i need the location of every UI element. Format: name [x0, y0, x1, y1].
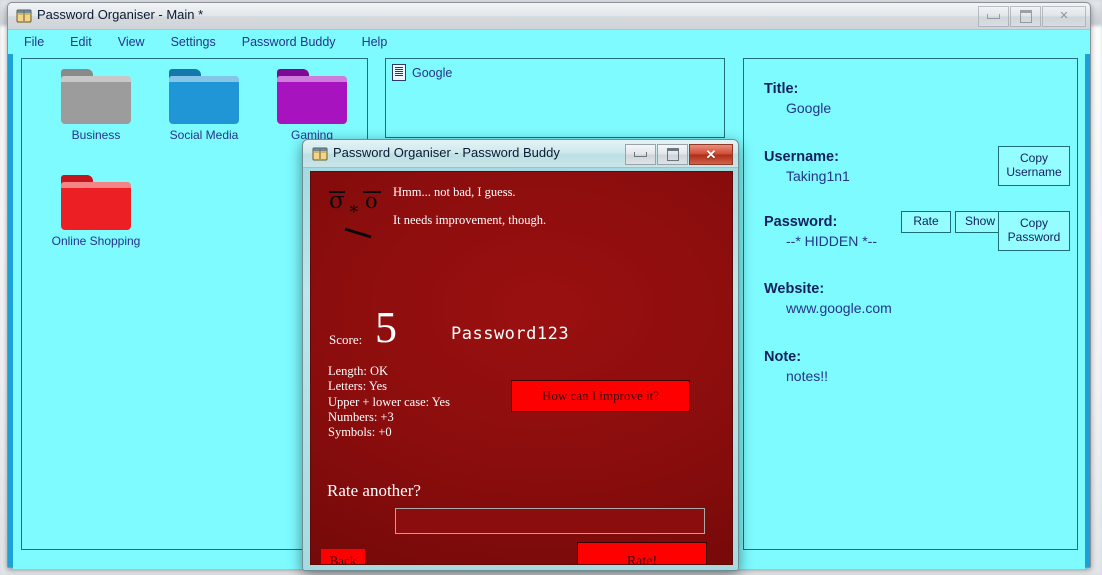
- entry-list-panel: Google: [385, 58, 725, 138]
- rate-another-input[interactable]: [395, 508, 705, 534]
- buddy-close-button[interactable]: ✕: [689, 144, 733, 165]
- criterion-numbers: Numbers: +3: [328, 409, 394, 424]
- close-icon: ✕: [1059, 10, 1069, 22]
- buddy-message-line1: Hmm... not bad, I guess.: [393, 185, 516, 199]
- website-value: www.google.com: [786, 300, 892, 316]
- title-value: Google: [786, 100, 832, 116]
- copy-username-button[interactable]: Copy Username: [998, 146, 1070, 186]
- username-label: Username:: [764, 149, 839, 165]
- buddy-minimize-button[interactable]: [625, 144, 656, 165]
- main-window-titlebar[interactable]: Password Organiser - Main * ✕: [8, 3, 1090, 30]
- main-window-controls: ✕: [978, 6, 1086, 27]
- list-item-label: Google: [412, 65, 453, 80]
- how-can-i-improve-button[interactable]: How can I improve it?: [511, 380, 690, 412]
- svg-text:∗: ∗: [348, 199, 360, 219]
- back-button[interactable]: Back: [321, 549, 365, 564]
- list-item[interactable]: Google: [392, 64, 452, 81]
- folder-business[interactable]: Business: [42, 69, 150, 142]
- criterion-symbols: Symbols: +0: [328, 425, 392, 440]
- menu-item-file[interactable]: File: [24, 35, 44, 49]
- score-label: Score:: [329, 332, 363, 347]
- rate-button-detail[interactable]: Rate: [901, 211, 951, 233]
- criterion-case: Upper + lower case: Yes: [328, 394, 450, 409]
- menu-item-settings[interactable]: Settings: [171, 35, 216, 49]
- field-password: Password: --* HIDDEN *--: [764, 214, 877, 249]
- copy-password-button[interactable]: Copy Password: [998, 211, 1070, 251]
- copy-username-line1: Copy: [1019, 151, 1048, 166]
- folder-icon: [277, 69, 347, 124]
- field-title: Title: Google: [764, 81, 831, 116]
- main-window-title: Password Organiser - Main *: [37, 7, 204, 22]
- folder-icon: [169, 69, 239, 124]
- buddy-title: Password Organiser - Password Buddy: [333, 145, 560, 160]
- close-icon: ✕: [705, 147, 717, 162]
- maximize-button[interactable]: [1010, 6, 1041, 27]
- menu-item-help[interactable]: Help: [362, 35, 388, 49]
- folder-icon: [61, 175, 131, 230]
- buddy-titlebar[interactable]: Password Organiser - Password Buddy ✕: [303, 140, 738, 168]
- field-website: Website: www.google.com: [764, 281, 892, 316]
- buddy-message-line2: It needs improvement, though.: [393, 213, 547, 227]
- rate-button[interactable]: Rate!: [577, 542, 707, 564]
- folder-label: Business: [71, 128, 121, 142]
- password-value: --* HIDDEN *--: [786, 233, 877, 249]
- buddy-window-controls: ✕: [625, 144, 733, 165]
- criteria-list: Length: OK Letters: Yes Upper + lower ca…: [328, 364, 450, 440]
- folder-social-media[interactable]: Social Media: [150, 69, 258, 142]
- rate-another-label: Rate another?: [327, 481, 421, 500]
- field-username: Username: Taking1n1: [764, 149, 850, 184]
- folder-gaming[interactable]: Gaming: [258, 69, 366, 142]
- buddy-content: σ ∗ o Hmm... not bad, I guess. It needs …: [310, 171, 733, 565]
- menu-item-password-buddy[interactable]: Password Buddy: [242, 35, 336, 49]
- rated-password-text: Password123: [451, 324, 570, 344]
- score-value: 5: [375, 303, 397, 352]
- copy-username-line2: Username: [1006, 165, 1062, 179]
- book-icon: [312, 146, 328, 162]
- minimize-button[interactable]: [978, 6, 1009, 27]
- password-label: Password:: [764, 214, 838, 230]
- book-icon: [16, 8, 32, 24]
- note-value: notes!!: [786, 368, 829, 384]
- menu-bar: File Edit View Settings Password Buddy H…: [8, 30, 1090, 54]
- website-label: Website:: [764, 281, 825, 297]
- folder-online-shopping[interactable]: Online Shopping: [42, 175, 150, 248]
- username-value: Taking1n1: [786, 168, 850, 184]
- folder-label: Online Shopping: [51, 234, 141, 248]
- field-note: Note: notes!!: [764, 349, 828, 384]
- folder-label: Social Media: [169, 128, 239, 142]
- note-label: Note:: [764, 349, 802, 365]
- criterion-letters: Letters: Yes: [328, 379, 388, 394]
- title-label: Title:: [764, 81, 799, 97]
- criterion-length: Length: OK: [328, 364, 389, 378]
- document-icon: [392, 64, 406, 81]
- close-button[interactable]: ✕: [1042, 6, 1086, 27]
- detail-panel: Title: Google Username: Taking1n1 Copy U…: [743, 58, 1078, 550]
- copy-password-line2: Password: [1007, 230, 1061, 244]
- menu-item-edit[interactable]: Edit: [70, 35, 92, 49]
- copy-password-line1: Copy: [1019, 216, 1048, 231]
- menu-item-view[interactable]: View: [118, 35, 145, 49]
- buddy-maximize-button[interactable]: [657, 144, 688, 165]
- folder-icon: [61, 69, 131, 124]
- password-buddy-dialog: Password Organiser - Password Buddy ✕ σ …: [302, 139, 739, 571]
